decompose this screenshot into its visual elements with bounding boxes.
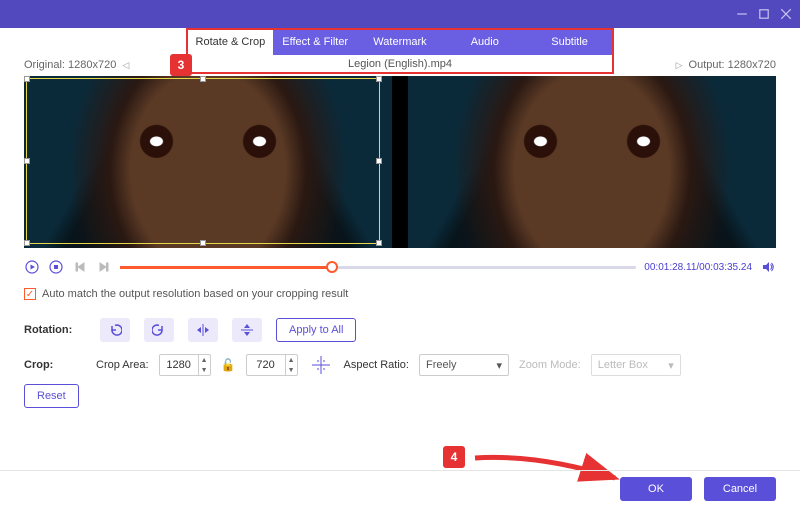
auto-match-label: Auto match the output resolution based o… bbox=[42, 288, 348, 300]
minimize-button[interactable] bbox=[736, 8, 748, 20]
preview-area bbox=[24, 76, 776, 248]
time-display: 00:01:28.11/00:03:35.24 bbox=[644, 262, 752, 273]
titlebar bbox=[0, 0, 800, 28]
chevron-left-icon[interactable]: ◁ bbox=[122, 60, 129, 71]
video-frame-output bbox=[408, 76, 776, 248]
reset-button[interactable]: Reset bbox=[24, 384, 79, 408]
chevron-down-icon: ▾ bbox=[668, 359, 674, 372]
tab-subtitle[interactable]: Subtitle bbox=[527, 30, 612, 55]
zoom-mode-label: Zoom Mode: bbox=[519, 359, 581, 371]
chevron-down-icon: ▾ bbox=[496, 359, 502, 372]
crop-handle-ml[interactable] bbox=[24, 158, 30, 164]
output-label: Output: 1280x720 bbox=[689, 59, 776, 71]
crop-handle-tr[interactable] bbox=[376, 76, 382, 82]
auto-match-checkbox[interactable]: ✓ bbox=[24, 288, 36, 300]
original-label: Original: 1280x720 bbox=[24, 59, 116, 71]
playback-bar: 00:01:28.11/00:03:35.24 bbox=[24, 256, 776, 278]
zoom-mode-value: Letter Box bbox=[598, 359, 648, 371]
crop-height-value: 720 bbox=[247, 359, 285, 371]
height-up[interactable]: ▲ bbox=[286, 355, 297, 365]
center-position-button[interactable] bbox=[308, 354, 334, 376]
crop-overlay[interactable] bbox=[26, 78, 380, 244]
callout-4: 4 bbox=[443, 446, 465, 468]
tab-watermark[interactable]: Watermark bbox=[358, 30, 443, 55]
aspect-ratio-value: Freely bbox=[426, 359, 457, 371]
play-button[interactable] bbox=[24, 259, 40, 275]
crop-width-input[interactable]: 1280 ▲▼ bbox=[159, 354, 211, 376]
crop-area-label: Crop Area: bbox=[96, 359, 149, 371]
timeline-slider[interactable] bbox=[120, 266, 636, 269]
rotation-label: Rotation: bbox=[24, 324, 86, 336]
preview-output bbox=[408, 76, 776, 248]
close-button[interactable] bbox=[780, 8, 792, 20]
lock-aspect-icon[interactable]: 🔓 bbox=[221, 358, 236, 372]
crop-width-value: 1280 bbox=[160, 359, 198, 371]
output-resolution: ▷ Output: 1280x720 bbox=[676, 59, 776, 71]
stop-button[interactable] bbox=[48, 259, 64, 275]
editor-window: Rotate & Crop Effect & Filter Watermark … bbox=[0, 0, 800, 515]
footer-buttons: OK Cancel bbox=[620, 477, 776, 501]
resolution-row: Original: 1280x720 ◁ ▷ Output: 1280x720 bbox=[0, 56, 800, 74]
total-time: 00:03:35.24 bbox=[699, 262, 752, 273]
next-frame-button[interactable] bbox=[96, 259, 112, 275]
timeline-progress bbox=[120, 266, 332, 269]
maximize-button[interactable] bbox=[758, 8, 770, 20]
crop-handle-bl[interactable] bbox=[24, 240, 30, 246]
zoom-mode-select: Letter Box ▾ bbox=[591, 354, 681, 376]
rotate-cw-button[interactable] bbox=[144, 318, 174, 342]
crop-label: Crop: bbox=[24, 359, 86, 371]
tab-audio[interactable]: Audio bbox=[442, 30, 527, 55]
crop-handle-bm[interactable] bbox=[200, 240, 206, 246]
auto-match-row: ✓ Auto match the output resolution based… bbox=[24, 288, 348, 300]
timeline-thumb[interactable] bbox=[326, 261, 338, 273]
crop-settings-row: Crop: Crop Area: 1280 ▲▼ 🔓 720 ▲▼ Aspect… bbox=[24, 354, 776, 376]
aspect-ratio-select[interactable]: Freely ▾ bbox=[419, 354, 509, 376]
height-down[interactable]: ▼ bbox=[286, 365, 297, 375]
apply-to-all-button[interactable]: Apply to All bbox=[276, 318, 356, 342]
tab-rotate-crop[interactable]: Rotate & Crop bbox=[188, 30, 273, 55]
crop-handle-tm[interactable] bbox=[200, 76, 206, 82]
aspect-ratio-label: Aspect Ratio: bbox=[344, 359, 409, 371]
prev-frame-button[interactable] bbox=[72, 259, 88, 275]
tab-bar: Rotate & Crop Effect & Filter Watermark … bbox=[188, 30, 612, 55]
crop-handle-mr[interactable] bbox=[376, 158, 382, 164]
width-up[interactable]: ▲ bbox=[199, 355, 210, 365]
footer-divider bbox=[0, 470, 800, 471]
arrow-to-ok bbox=[470, 446, 625, 486]
rotate-ccw-button[interactable] bbox=[100, 318, 130, 342]
current-time: 00:01:28.11 bbox=[644, 262, 696, 273]
rotation-row: Rotation: Apply to All bbox=[24, 318, 776, 342]
flip-vertical-button[interactable] bbox=[232, 318, 262, 342]
preview-original[interactable] bbox=[24, 76, 392, 248]
crop-handle-br[interactable] bbox=[376, 240, 382, 246]
flip-horizontal-button[interactable] bbox=[188, 318, 218, 342]
crop-height-input[interactable]: 720 ▲▼ bbox=[246, 354, 298, 376]
original-resolution: Original: 1280x720 ◁ bbox=[24, 59, 129, 71]
crop-handle-tl[interactable] bbox=[24, 76, 30, 82]
sound-button[interactable] bbox=[760, 259, 776, 275]
ok-button[interactable]: OK bbox=[620, 477, 692, 501]
tab-effect-filter[interactable]: Effect & Filter bbox=[273, 30, 358, 55]
width-down[interactable]: ▼ bbox=[199, 365, 210, 375]
chevron-right-icon[interactable]: ▷ bbox=[676, 60, 683, 71]
cancel-button[interactable]: Cancel bbox=[704, 477, 776, 501]
